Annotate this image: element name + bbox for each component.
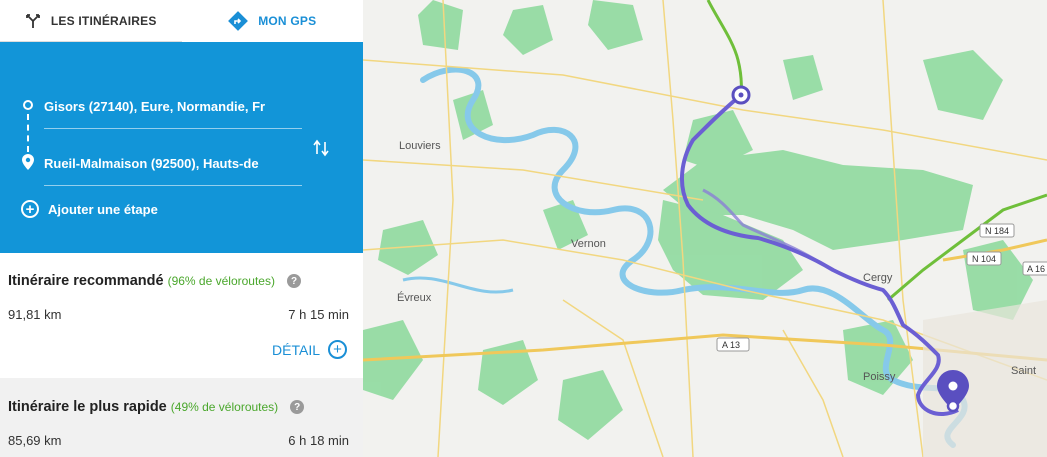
swap-icon[interactable] bbox=[313, 139, 329, 162]
road-shield: N 184 bbox=[979, 223, 1015, 238]
bike-share: (96% de véloroutes) bbox=[167, 274, 275, 288]
help-icon[interactable]: ? bbox=[287, 274, 301, 289]
tab-gps-label: MON GPS bbox=[258, 14, 317, 28]
panel-tabs: LES ITINÉRAIRES MON GPS bbox=[0, 0, 363, 42]
itinerary-title: Itinéraire recommandé (96% de véloroutes… bbox=[8, 273, 301, 289]
detail-label: DÉTAIL bbox=[272, 341, 320, 358]
itinerary-duration: 6 h 18 min bbox=[288, 433, 349, 448]
town-label: Cergy bbox=[863, 272, 893, 284]
destination-field[interactable]: Rueil-Malmaison (92500), Hauts-de bbox=[44, 156, 302, 186]
tab-gps[interactable]: MON GPS bbox=[181, 0, 363, 42]
route-connector bbox=[27, 114, 29, 152]
origin-field[interactable]: Gisors (27140), Eure, Normandie, Fr bbox=[44, 99, 302, 129]
itinerary-title-text: Itinéraire le plus rapide bbox=[8, 399, 167, 415]
road-shield-label: N 104 bbox=[972, 254, 996, 264]
itinerary-distance: 85,69 km bbox=[8, 433, 62, 448]
add-circle-icon: + bbox=[21, 200, 39, 218]
tab-itineraries-label: LES ITINÉRAIRES bbox=[50, 13, 157, 28]
itinerary-card-recommended[interactable]: Itinéraire recommandé (96% de véloroutes… bbox=[0, 253, 363, 378]
road-shield-label: A 16 bbox=[1027, 264, 1045, 274]
cycle-path bbox=[706, 0, 743, 96]
road-shield-label: A 13 bbox=[722, 340, 740, 350]
itinerary-title-text: Itinéraire recommandé bbox=[8, 273, 164, 289]
town-label: Poissy bbox=[863, 371, 896, 383]
directions-icon bbox=[228, 11, 249, 31]
help-icon[interactable]: ? bbox=[290, 400, 305, 415]
tab-itineraries[interactable]: LES ITINÉRAIRES bbox=[0, 0, 182, 42]
road-shield: A 13 bbox=[716, 337, 750, 352]
road-shield-label: N 184 bbox=[985, 226, 1009, 236]
map-canvas: Louviers Vernon Évreux Cergy Poissy Sain… bbox=[363, 0, 1047, 457]
itinerary-title: Itinéraire le plus rapide (49% de véloro… bbox=[8, 399, 305, 415]
plus-circle-icon: + bbox=[328, 340, 347, 359]
map-view[interactable]: Louviers Vernon Évreux Cergy Poissy Sain… bbox=[363, 0, 1047, 457]
route-fork-icon bbox=[25, 13, 41, 29]
itinerary-panel: LES ITINÉRAIRES MON GPS Gisors (27140), … bbox=[0, 0, 363, 457]
itinerary-distance: 91,81 km bbox=[8, 307, 62, 322]
town-label: Vernon bbox=[571, 238, 606, 250]
river-eure bbox=[402, 276, 514, 294]
origin-dot-icon bbox=[23, 100, 33, 110]
road-shield: N 104 bbox=[966, 251, 1002, 266]
road-shield: A 16 bbox=[1022, 261, 1047, 276]
detail-button[interactable]: DÉTAIL + bbox=[272, 340, 347, 359]
origin-marker-icon[interactable] bbox=[731, 85, 751, 105]
town-label: Louviers bbox=[399, 140, 441, 152]
bike-share: (49% de véloroutes) bbox=[170, 400, 279, 414]
itinerary-card-fastest[interactable]: Itinéraire le plus rapide (49% de véloro… bbox=[0, 378, 363, 457]
town-label: Évreux bbox=[397, 291, 432, 304]
add-step-button[interactable]: + Ajouter une étape bbox=[21, 200, 158, 218]
route-form: Gisors (27140), Eure, Normandie, Fr Ruei… bbox=[0, 42, 363, 253]
itinerary-duration: 7 h 15 min bbox=[288, 307, 349, 322]
add-step-label: Ajouter une étape bbox=[48, 201, 158, 217]
town-label: Saint bbox=[1011, 365, 1036, 377]
destination-pin-icon bbox=[22, 154, 34, 175]
